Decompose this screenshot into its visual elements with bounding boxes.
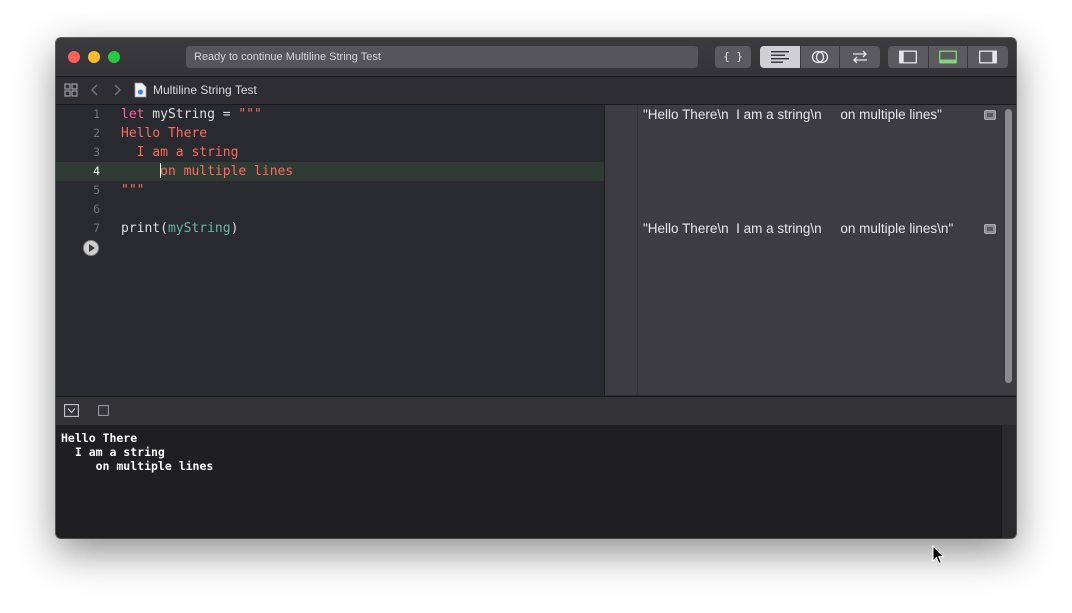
mouse-pointer-icon	[932, 545, 945, 565]
line-number: 4	[93, 164, 100, 178]
breadcrumb-file-name[interactable]: Multiline String Test	[153, 77, 257, 104]
playground-window: Ready to continue Multiline String Test …	[56, 38, 1016, 538]
console-line: I am a string	[61, 445, 165, 459]
title-bar: Ready to continue Multiline String Test …	[56, 38, 1016, 77]
code-line[interactable]: Hello There	[121, 124, 207, 143]
inline-result: "Hello There\n I am a string\n on multip…	[643, 221, 954, 236]
run-playground-button[interactable]	[83, 240, 99, 256]
hide-debug-area-icon[interactable]	[64, 404, 79, 417]
library-button[interactable]: { }	[715, 46, 751, 68]
source-editor[interactable]: 1 2 3 4 5 6 7 let myString = """ Hello There I …	[56, 105, 604, 395]
editor-scrollbar-thumb[interactable]	[1005, 109, 1012, 383]
code-token: """	[238, 107, 262, 122]
code-line[interactable]: print(myString)	[121, 219, 238, 238]
code-line[interactable]: """	[121, 181, 144, 200]
code-token: """	[121, 183, 145, 198]
chevron-right-icon[interactable]	[112, 83, 122, 97]
line-number: 2	[93, 126, 100, 140]
editor-scrollbar[interactable]	[1001, 105, 1016, 395]
code-token: )	[230, 221, 239, 236]
activity-status: Ready to continue Multiline String Test	[186, 46, 698, 68]
code-token: I am a string	[121, 145, 239, 160]
inline-result: "Hello There\n I am a string\n on multip…	[643, 107, 942, 122]
code-line[interactable]: on multiple lines	[121, 162, 293, 181]
code-token: myString =	[144, 107, 239, 122]
code-token: on multiple lines	[160, 164, 294, 179]
line-number: 5	[93, 183, 100, 197]
debug-area-toggle-button[interactable]	[929, 46, 967, 68]
swap-arrows-icon	[853, 50, 867, 64]
venn-circles-icon	[811, 50, 829, 64]
standard-editor-button[interactable]	[760, 46, 800, 68]
assistant-editor-button[interactable]	[801, 46, 839, 68]
related-items-grid-icon[interactable]	[64, 83, 78, 97]
navigator-toggle-button[interactable]	[888, 46, 928, 68]
code-token: myString	[167, 221, 231, 236]
code-token: print(	[121, 221, 168, 236]
console-line: on multiple lines	[61, 459, 214, 473]
right-panel-icon	[979, 50, 997, 64]
results-sidebar: "Hello There\n I am a string\n on multip…	[604, 105, 1002, 395]
code-token: let	[121, 107, 145, 122]
line-number: 6	[93, 202, 100, 216]
console-output[interactable]: Hello There I am a string on multiple li…	[56, 425, 1001, 538]
console-line: Hello There	[61, 431, 138, 445]
zoom-window-button[interactable]	[108, 51, 120, 63]
line-number: 1	[93, 107, 100, 121]
chevron-left-icon[interactable]	[90, 83, 100, 97]
inspector-toggle-button[interactable]	[968, 46, 1008, 68]
quick-look-icon[interactable]	[984, 110, 996, 120]
left-panel-icon	[899, 50, 917, 64]
playground-file-icon	[134, 82, 147, 98]
line-number: 3	[93, 145, 100, 159]
console-scrollbar[interactable]	[1001, 425, 1016, 538]
debug-bar	[56, 396, 1016, 426]
bottom-panel-icon	[939, 50, 957, 64]
version-editor-button[interactable]	[840, 46, 880, 68]
console-toggle-icon[interactable]	[98, 405, 109, 416]
quick-look-icon[interactable]	[984, 224, 996, 234]
line-number: 7	[93, 221, 100, 235]
minimize-window-button[interactable]	[88, 51, 100, 63]
code-line[interactable]: I am a string	[121, 143, 239, 162]
code-token: Hello There	[121, 126, 208, 141]
text-align-left-icon	[771, 51, 789, 63]
jump-bar: Multiline String Test	[56, 77, 1016, 105]
close-window-button[interactable]	[68, 51, 80, 63]
code-line[interactable]: let myString = """	[121, 105, 262, 124]
